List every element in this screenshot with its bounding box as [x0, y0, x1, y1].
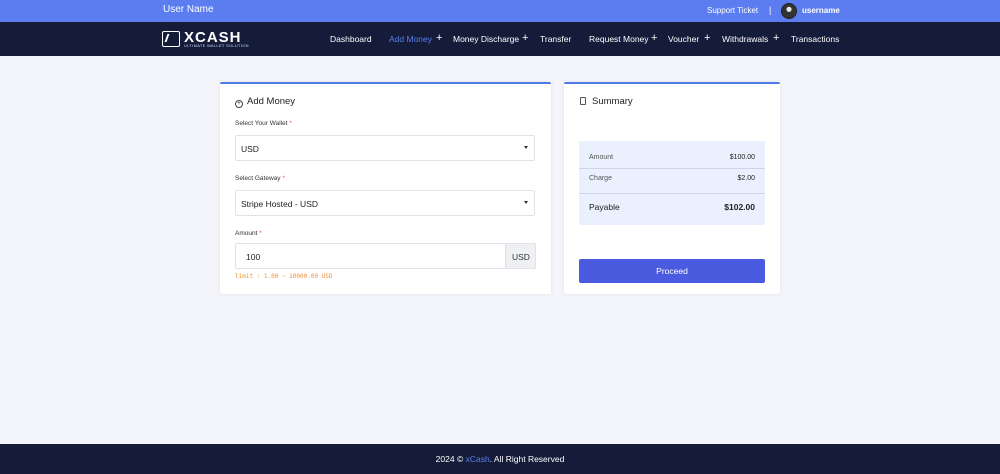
plus-icon[interactable]: +	[436, 32, 442, 44]
summary-row-label: Charge	[589, 175, 612, 182]
brand-tagline: ULTIMATE WALLET SOLUTION	[184, 43, 249, 48]
wallet-select-value: USD	[241, 144, 259, 154]
proceed-button[interactable]: Proceed	[579, 259, 765, 283]
wallet-select[interactable]: USD	[235, 135, 535, 161]
summary-title-text: Summary	[592, 96, 633, 107]
gateway-label-text: Select Gateway	[235, 175, 281, 182]
plus-icon[interactable]: +	[522, 32, 528, 44]
summary-row-payable: Payable $102.00	[589, 202, 755, 212]
document-icon	[580, 97, 586, 105]
required-mark: *	[259, 230, 262, 237]
nav-item-dashboard[interactable]: Dashboard	[330, 34, 372, 44]
footer-brand-link[interactable]: xCash	[466, 454, 490, 464]
summary-row-value: $2.00	[737, 175, 755, 182]
gateway-select[interactable]: Stripe Hosted - USD	[235, 190, 535, 216]
summary-card: Summary Amount $100.00 Charge $2.00 Paya…	[564, 82, 780, 294]
username-menu[interactable]: username	[802, 6, 840, 15]
top-bar: User Name Support Ticket | username	[0, 0, 1000, 22]
summary-row-value: $100.00	[729, 154, 755, 161]
amount-input[interactable]: 100	[235, 243, 506, 269]
brand-logo[interactable]: XCASH ULTIMATE WALLET SOLUTION	[162, 29, 257, 49]
nav-item-voucher[interactable]: Voucher	[668, 34, 699, 44]
gateway-select-value: Stripe Hosted - USD	[241, 199, 318, 209]
amount-label: Amount *	[235, 230, 262, 237]
nav-item-request-money[interactable]: Request Money	[589, 34, 649, 44]
amount-label-text: Amount	[235, 230, 258, 237]
footer-copyright: 2024 ©	[435, 454, 466, 464]
plus-icon[interactable]: +	[651, 32, 657, 44]
plus-circle-icon: +	[235, 100, 243, 108]
required-mark: *	[289, 120, 292, 127]
summary-total-value: $102.00	[724, 202, 755, 212]
user-name-label: User Name	[163, 4, 214, 15]
nav-item-add-money[interactable]: Add Money	[389, 34, 432, 44]
caret-down-icon	[524, 201, 528, 204]
wallet-label: Select Your Wallet *	[235, 120, 292, 127]
amount-currency-addon: USD	[505, 243, 536, 269]
amount-input-value: 100	[246, 252, 261, 262]
wallet-label-text: Select Your Wallet	[235, 120, 288, 127]
footer-rights: . All Right Reserved	[489, 454, 565, 464]
wallet-logo-icon	[162, 31, 180, 47]
plus-icon[interactable]: +	[773, 32, 779, 44]
summary-row-charge: Charge $2.00	[589, 175, 755, 182]
summary-title: Summary	[580, 96, 633, 107]
summary-row-amount: Amount $100.00	[589, 154, 755, 161]
plus-icon[interactable]: +	[704, 32, 710, 44]
avatar[interactable]	[781, 3, 797, 19]
footer: 2024 © xCash. All Right Reserved	[0, 444, 1000, 474]
summary-box: Amount $100.00 Charge $2.00 Payable $102…	[579, 141, 765, 225]
topbar-separator: |	[769, 5, 772, 15]
nav-item-transactions[interactable]: Transactions	[791, 34, 839, 44]
add-money-card: + Add Money Select Your Wallet * USD Sele…	[220, 82, 551, 294]
nav-item-withdrawals[interactable]: Withdrawals	[722, 34, 768, 44]
summary-divider	[579, 193, 765, 194]
main-navbar: XCASH ULTIMATE WALLET SOLUTION Dashboard…	[0, 22, 1000, 56]
add-money-title: + Add Money	[235, 96, 295, 108]
add-money-title-text: Add Money	[247, 96, 296, 107]
summary-total-label: Payable	[589, 202, 620, 212]
support-ticket-link[interactable]: Support Ticket	[707, 6, 758, 15]
summary-row-label: Amount	[589, 154, 614, 161]
summary-divider	[579, 168, 765, 169]
caret-down-icon	[524, 146, 528, 149]
required-mark: *	[282, 175, 285, 182]
gateway-label: Select Gateway *	[235, 175, 285, 182]
amount-limit-text: limit : 1.00 ~ 10000.00 USD	[235, 273, 333, 280]
nav-item-money-discharge[interactable]: Money Discharge	[453, 34, 519, 44]
nav-item-transfer[interactable]: Transfer	[540, 34, 571, 44]
